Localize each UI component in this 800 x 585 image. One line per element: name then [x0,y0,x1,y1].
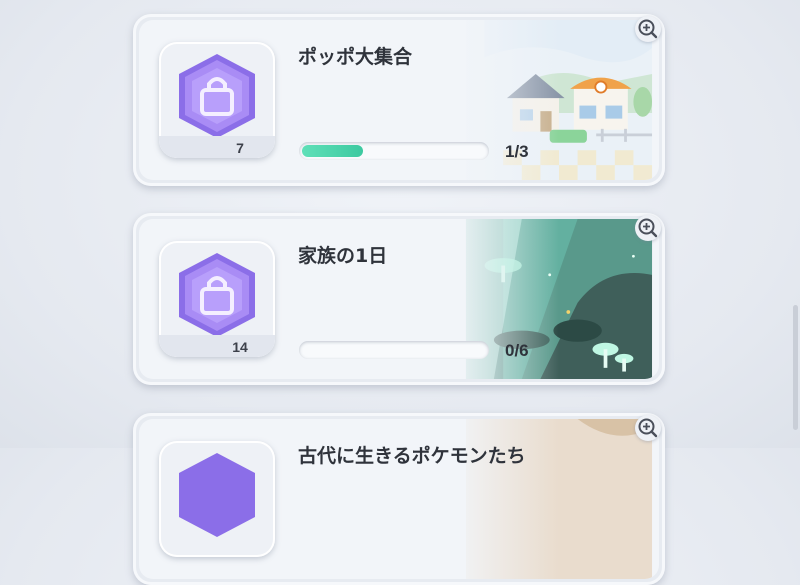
progress-fill [302,145,364,157]
zoom-in-icon [638,19,658,39]
shopping-bag-hexagon-icon [179,453,255,537]
mission-title: ポッポ大集合 [298,46,413,68]
mission-badge: 7 [159,42,275,158]
mission-title: 家族の1日 [298,245,388,267]
progress-text: 0/6 [505,341,529,360]
progress-text: 1/3 [505,142,529,161]
mission-title: 古代に生きるポケモンたち [298,445,526,467]
shopping-bag-hexagon-icon [179,253,255,337]
progress-bar [299,341,489,359]
scrollbar[interactable] [793,305,798,430]
zoom-button[interactable] [635,415,661,441]
zoom-in-icon [638,418,658,438]
zoom-button[interactable] [635,16,661,42]
zoom-in-icon [638,218,658,238]
mission-card[interactable]: 14 家族の1日 0/6 [133,213,665,385]
mission-card[interactable]: 7 ポッポ大集合 1/3 [133,14,665,186]
mission-badge [159,441,275,557]
badge-count: 14 [232,339,248,355]
mission-card[interactable]: 古代に生きるポケモンたち [133,413,665,585]
progress-bar [299,142,489,160]
zoom-button[interactable] [635,215,661,241]
badge-count: 7 [236,140,244,156]
shopping-bag-hexagon-icon [179,54,255,138]
mission-badge: 14 [159,241,275,357]
